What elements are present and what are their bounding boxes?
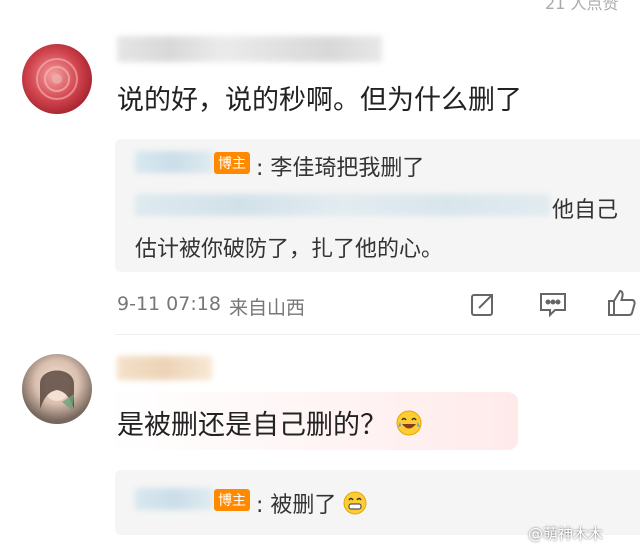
reply-line-3: 估计被你破防了，扎了他的心。 [135,237,444,262]
reply-author-blurred[interactable] [135,151,213,173]
blogger-badge: 博主 [214,489,250,511]
comment-text: 说的好，说的秒啊。但为什么删了 [117,85,522,116]
laugh-cry-emoji-icon [396,410,422,443]
avatar[interactable] [22,44,92,114]
like-icon[interactable] [606,288,638,318]
reply-line-1-text: : 被删了 [256,493,337,518]
divider [115,334,640,335]
reply-line-2-tail: 他自己 [552,198,619,223]
comment-icon[interactable] [538,290,568,318]
reply-line-1: : 李佳琦把我删了 [256,156,425,181]
girl-portrait-icon [40,370,74,410]
top-partial-text: 21 人点赞 [545,0,619,13]
grin-emoji-icon [343,491,367,521]
username-blurred[interactable] [117,356,212,380]
reply-author-blurred[interactable] [135,488,213,510]
reply-card[interactable]: 博主 : 李佳琦把我删了 他自己 估计被你破防了，扎了他的心。 [115,139,640,272]
blogger-badge: 博主 [214,152,250,174]
share-icon[interactable] [469,290,497,318]
avatar[interactable] [22,354,92,424]
comment-location: 来自山西 [229,297,306,319]
watermark: @萌神木木 [528,525,604,543]
comment-text-content: 是被删还是自己删的？ [117,410,387,441]
username-blurred[interactable] [117,36,382,62]
comment-time: 9-11 07:18 [117,293,221,315]
reply-line-2-blurred [135,194,550,216]
rose-image-icon [36,58,78,100]
comment-text: 是被删还是自己删的？ [117,403,422,443]
reply-line-1: : 被删了 [256,487,367,521]
